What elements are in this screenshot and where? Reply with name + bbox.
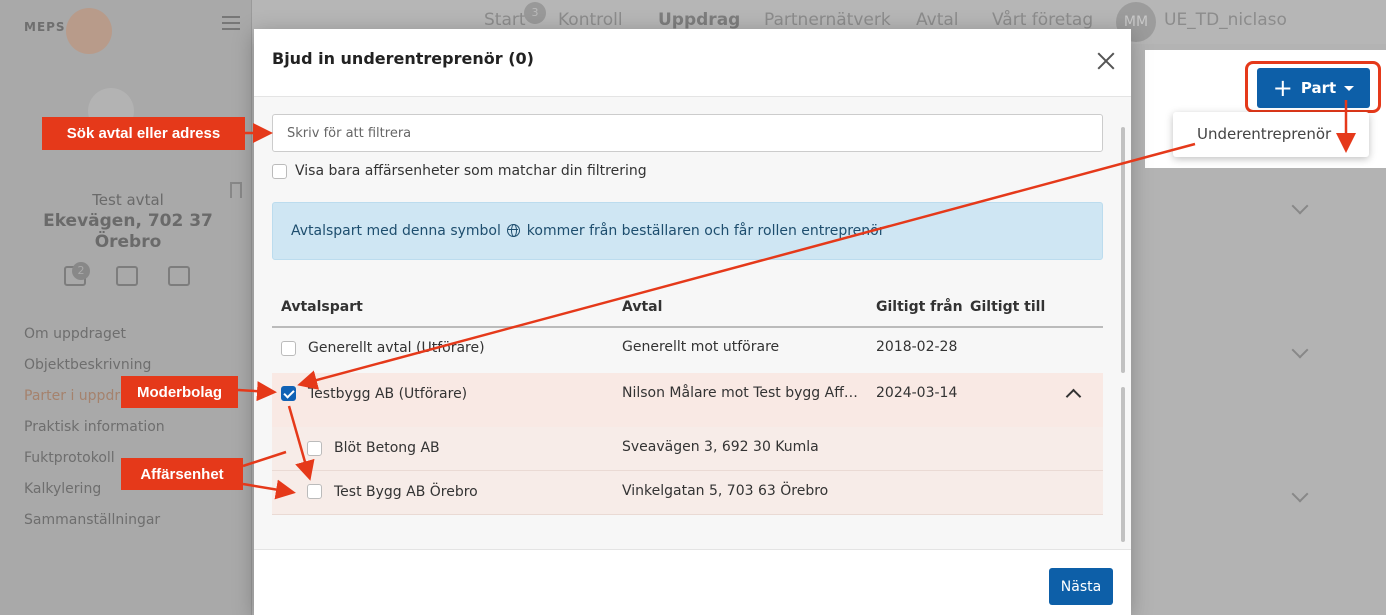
table-row[interactable]: Generellt avtal (Utförare) Generellt mot… — [272, 328, 1103, 373]
row-contract: Generellt mot utförare — [622, 339, 780, 355]
globe-icon — [507, 224, 521, 237]
only-matching-checkbox[interactable] — [272, 164, 287, 179]
nav-vart-foretag[interactable]: Vårt företag — [992, 10, 1093, 30]
username[interactable]: UE_TD_niclaso — [1164, 10, 1287, 30]
invite-subcontractor-modal: Bjud in underentreprenör (0) Visa bara a… — [254, 29, 1131, 615]
nav-start[interactable]: Start — [484, 10, 526, 30]
scroll-thumb[interactable] — [1121, 127, 1125, 373]
column-header-valid-from[interactable]: Giltigt från — [876, 299, 963, 315]
next-button[interactable]: Nästa — [1049, 568, 1113, 605]
row-checkbox-checked[interactable] — [281, 386, 296, 401]
logo: MEPS — [24, 20, 66, 34]
scroll-thumb[interactable] — [1121, 387, 1125, 542]
hamburger-menu-icon[interactable] — [222, 16, 240, 30]
column-header-valid-to[interactable]: Giltigt till — [970, 299, 1045, 315]
modal-header: Bjud in underentreprenör (0) — [254, 29, 1131, 97]
sidebar-menu: Om uppdraget Objektbeskrivning Parter i … — [24, 324, 165, 541]
info-box: Avtalspart med denna symbol kommer från … — [272, 202, 1103, 260]
comment-icon[interactable] — [116, 266, 138, 286]
sidebar-item-om-uppdraget[interactable]: Om uppdraget — [24, 324, 165, 355]
annotation-search: Sök avtal eller adress — [42, 117, 245, 150]
row-party: Testbygg AB (Utförare) — [308, 386, 468, 402]
close-icon[interactable] — [1096, 51, 1116, 71]
subrow-address: Vinkelgatan 5, 703 63 Örebro — [622, 483, 829, 499]
column-header-contract[interactable]: Avtal — [622, 299, 662, 315]
only-matching-label: Visa bara affärsenheter som matchar din … — [295, 163, 647, 179]
info-text-after: kommer från beställaren och får rollen e… — [526, 223, 885, 239]
contract-title: Test avtal — [92, 191, 164, 209]
sidebar-item-praktisk-information[interactable]: Praktisk information — [24, 417, 165, 448]
row-checkbox[interactable] — [281, 341, 296, 356]
subrow-address: Sveavägen 3, 692 30 Kumla — [622, 439, 819, 455]
inbox-badge: 2 — [72, 262, 90, 280]
contract-address-line2: Örebro — [94, 232, 162, 252]
highlight-outline — [1245, 61, 1381, 113]
info-text-before: Avtalspart med denna symbol — [291, 223, 501, 239]
nav-uppdrag[interactable]: Uppdrag — [658, 10, 740, 30]
scrollbar[interactable] — [1121, 105, 1127, 545]
subrow-party: Blöt Betong AB — [334, 440, 440, 456]
row-contract: Nilson Målare mot Test bygg Aff… — [622, 385, 858, 401]
modal-body: Visa bara affärsenheter som matchar din … — [254, 97, 1131, 549]
subrow-party: Test Bygg AB Örebro — [334, 484, 478, 500]
subrow-checkbox[interactable] — [307, 484, 322, 499]
nav-partnernatverk[interactable]: Partnernätverk — [764, 10, 891, 30]
sidebar: MEPS Test avtal Ekevägen, 702 37 Örebro … — [0, 0, 252, 615]
modal-title: Bjud in underentreprenör (0) — [272, 49, 534, 68]
info-text: Avtalspart med denna symbol kommer från … — [291, 223, 884, 239]
column-header-party[interactable]: Avtalspart — [281, 299, 363, 315]
nav-kontroll[interactable]: Kontroll — [558, 10, 623, 30]
dropdown-item-underentreprenor[interactable]: Underentreprenör — [1197, 125, 1331, 143]
modal-footer: Nästa — [254, 549, 1131, 615]
nav-badge: 3 — [524, 2, 546, 24]
contract-title-block: Test avtal Ekevägen, 702 37 Örebro — [20, 190, 236, 253]
annotation-parent-company: Moderbolag — [121, 376, 238, 408]
row-valid-from: 2018-02-28 — [876, 339, 958, 355]
annotation-business-unit: Affärsenhet — [121, 458, 243, 490]
row-valid-from: 2024-03-14 — [876, 385, 958, 401]
bookmark-icon[interactable] — [230, 182, 242, 198]
contract-address-line1: Ekevägen, 702 37 — [43, 211, 213, 231]
filter-input[interactable] — [272, 114, 1103, 152]
row-party: Generellt avtal (Utförare) — [308, 340, 485, 356]
nav-avtal[interactable]: Avtal — [916, 10, 959, 30]
subrow-checkbox[interactable] — [307, 441, 322, 456]
part-dropdown: Underentreprenör — [1173, 112, 1369, 157]
logo-icon — [66, 8, 112, 54]
table-row-selected[interactable]: Testbygg AB (Utförare) Nilson Målare mot… — [272, 373, 1103, 427]
copy-icon[interactable] — [168, 266, 190, 286]
sidebar-item-sammanstallningar[interactable]: Sammanställningar — [24, 510, 165, 541]
table-subrow[interactable]: Blöt Betong AB Sveavägen 3, 692 30 Kumla — [272, 427, 1103, 471]
chevron-up-icon[interactable] — [1065, 388, 1082, 405]
table-subrow[interactable]: Test Bygg AB Örebro Vinkelgatan 5, 703 6… — [272, 471, 1103, 515]
